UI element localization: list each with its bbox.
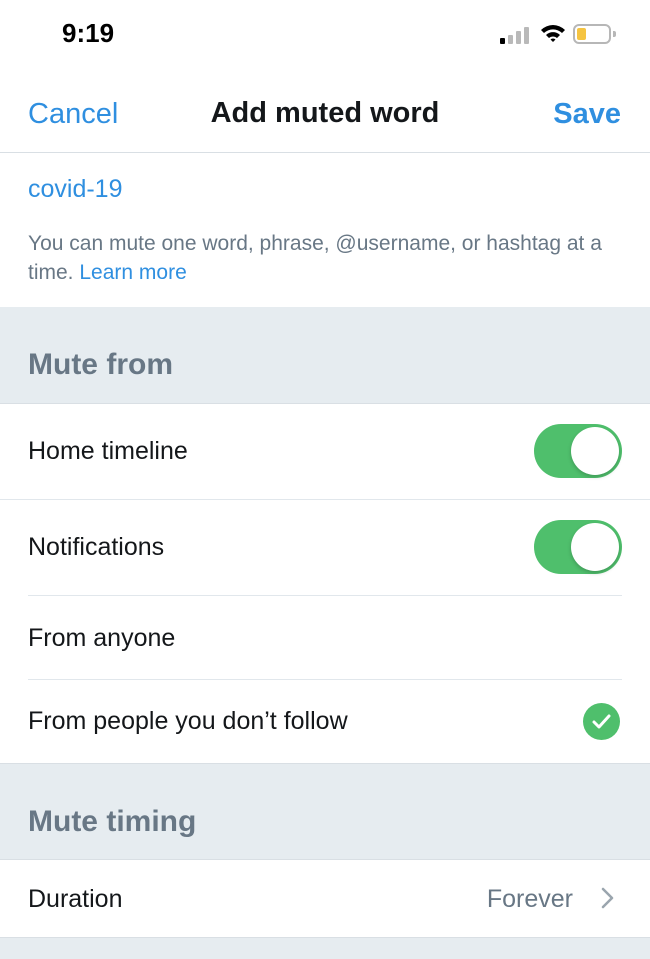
muted-word-section: You can mute one word, phrase, @username… [0, 153, 650, 307]
duration-row[interactable]: Duration Forever [0, 860, 650, 937]
chevron-right-icon [601, 887, 614, 909]
status-time: 9:19 [62, 18, 115, 48]
from-anyone-label: From anyone [28, 624, 176, 652]
save-button[interactable]: Save [553, 98, 621, 131]
muted-word-hint: You can mute one word, phrase, @username… [28, 229, 628, 287]
home-timeline-row: Home timeline [0, 404, 650, 499]
muted-word-input[interactable] [28, 175, 618, 204]
checkmark-icon [583, 703, 620, 740]
notifications-toggle[interactable] [534, 520, 622, 574]
mute-from-header: Mute from [0, 307, 650, 404]
learn-more-link[interactable]: Learn more [79, 261, 186, 284]
notifications-label: Notifications [28, 533, 165, 561]
duration-value: Forever [486, 885, 573, 913]
mute-timing-title: Mute timing [28, 805, 197, 838]
duration-label: Duration [28, 885, 123, 913]
cellular-signal-icon [500, 26, 532, 44]
mute-from-title: Mute from [28, 348, 173, 381]
from-anyone-option[interactable]: From anyone [0, 596, 650, 679]
battery-icon [573, 24, 616, 44]
from-non-followers-option[interactable]: From people you don’t follow [0, 680, 650, 763]
toggle-knob [571, 427, 619, 475]
navigation-bar: Cancel Add muted word Save [0, 70, 650, 153]
bottom-section-spacer [0, 937, 650, 959]
status-bar: 9:19 [0, 0, 650, 70]
notifications-row: Notifications [0, 500, 650, 595]
toggle-knob [571, 523, 619, 571]
mute-timing-header: Mute timing [0, 763, 650, 860]
from-non-followers-label: From people you don’t follow [28, 707, 348, 735]
home-timeline-label: Home timeline [28, 437, 188, 465]
wifi-icon [541, 25, 565, 42]
home-timeline-toggle[interactable] [534, 424, 622, 478]
